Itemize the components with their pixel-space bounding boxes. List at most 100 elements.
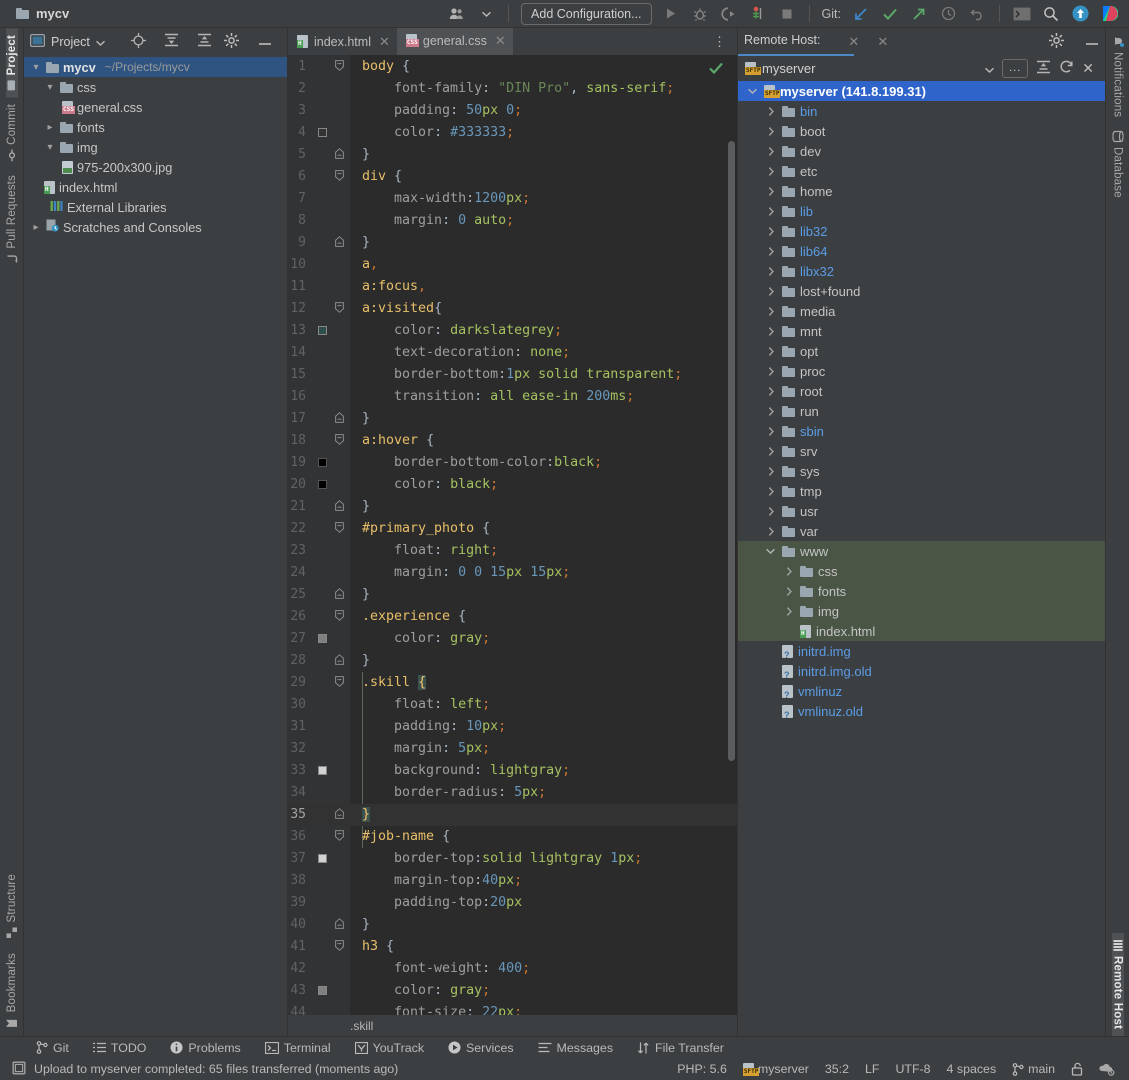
lock-icon[interactable]: [1063, 1062, 1091, 1076]
fold-start-icon[interactable]: [335, 170, 344, 184]
run-coverage-icon[interactable]: [719, 4, 739, 24]
code-line[interactable]: float: right;: [350, 540, 498, 562]
chevron-right-icon[interactable]: [764, 346, 777, 356]
fold-end-icon[interactable]: [335, 588, 344, 602]
tool-button-services[interactable]: Services: [436, 1041, 526, 1055]
remote-tree-node-lib[interactable]: lib: [738, 201, 1105, 221]
code-line[interactable]: }: [350, 496, 370, 518]
chevron-down-icon[interactable]: ▾: [30, 62, 42, 73]
caret-position[interactable]: 35:2: [817, 1062, 857, 1076]
code-line[interactable]: }: [350, 584, 370, 606]
chevron-right-icon[interactable]: [764, 446, 777, 456]
tree-node-image-file[interactable]: 975-200x300.jpg: [24, 157, 287, 177]
sidebar-item-database[interactable]: Database: [1112, 124, 1124, 205]
chevron-down-icon[interactable]: [985, 61, 995, 76]
fold-end-icon[interactable]: [335, 808, 344, 822]
remote-tree-node-index-html[interactable]: Hindex.html: [738, 621, 1105, 641]
chevron-right-icon[interactable]: [782, 586, 795, 596]
server-selector[interactable]: SFTP myserver: [745, 61, 815, 76]
chevron-down-icon[interactable]: ▾: [44, 142, 56, 153]
remote-tree-node-boot[interactable]: boot: [738, 121, 1105, 141]
close-icon-2[interactable]: ✕: [877, 34, 888, 50]
tree-node-fonts[interactable]: ▸ fonts: [24, 117, 287, 137]
chevron-down-icon[interactable]: [476, 4, 496, 24]
close-icon[interactable]: ✕: [848, 34, 859, 50]
remote-tree-node-media[interactable]: media: [738, 301, 1105, 321]
code-line[interactable]: .experience {: [350, 606, 466, 628]
remote-tree-node-mnt[interactable]: mnt: [738, 321, 1105, 341]
close-icon[interactable]: ✕: [1082, 60, 1098, 77]
more-options-button[interactable]: ...: [1002, 58, 1029, 78]
hide-icon[interactable]: [1085, 34, 1099, 49]
color-swatch-gutter-icon[interactable]: [318, 766, 327, 775]
tree-node-index-html[interactable]: H index.html: [24, 177, 287, 197]
chevron-right-icon[interactable]: ▸: [30, 222, 42, 233]
chevron-down-icon[interactable]: [764, 548, 777, 554]
remote-tree-node-initrd-img-old[interactable]: initrd.img.old: [738, 661, 1105, 681]
intellij-plugin-icon[interactable]: [1099, 4, 1119, 24]
fold-start-icon[interactable]: [335, 522, 344, 536]
code-line[interactable]: }: [350, 914, 370, 936]
remote-tree-node-tmp[interactable]: tmp: [738, 481, 1105, 501]
remote-tree-node-sys[interactable]: sys: [738, 461, 1105, 481]
chevron-right-icon[interactable]: [764, 166, 777, 176]
color-swatch-gutter-icon[interactable]: [318, 458, 327, 467]
code-surface[interactable]: body { font-family: "DIN Pro", sans-seri…: [350, 55, 737, 1015]
chevron-right-icon[interactable]: [782, 566, 795, 576]
fold-end-icon[interactable]: [335, 654, 344, 668]
fold-start-icon[interactable]: [335, 610, 344, 624]
sidebar-item-commit[interactable]: Commit: [6, 97, 18, 168]
chevron-down-icon[interactable]: [746, 88, 759, 94]
collapse-all-icon[interactable]: [197, 33, 212, 50]
code-line[interactable]: a:visited{: [350, 298, 442, 320]
chevron-right-icon[interactable]: [764, 466, 777, 476]
chevron-right-icon[interactable]: [782, 606, 795, 616]
code-line[interactable]: float: left;: [350, 694, 490, 716]
code-line[interactable]: padding-top:20px: [350, 892, 522, 914]
chevron-right-icon[interactable]: [764, 506, 777, 516]
tool-button-git[interactable]: Git: [24, 1041, 81, 1055]
breadcrumb[interactable]: .skill: [288, 1015, 737, 1036]
sidebar-item-bookmarks[interactable]: Bookmarks: [6, 946, 18, 1036]
code-line[interactable]: border-top:solid lightgray 1px;: [350, 848, 642, 870]
tool-button-file-transfer[interactable]: File Transfer: [625, 1041, 736, 1055]
code-line[interactable]: color: gray;: [350, 980, 490, 1002]
chevron-right-icon[interactable]: [764, 326, 777, 336]
chevron-down-icon[interactable]: [95, 34, 105, 49]
code-line[interactable]: }: [350, 804, 371, 826]
code-line[interactable]: div {: [350, 166, 402, 188]
code-line[interactable]: max-width:1200px;: [350, 188, 530, 210]
chevron-right-icon[interactable]: ▸: [44, 122, 56, 133]
sidebar-item-structure[interactable]: Structure: [6, 867, 18, 945]
chevron-right-icon[interactable]: [764, 246, 777, 256]
code-line[interactable]: a,: [350, 254, 378, 276]
color-swatch-gutter-icon[interactable]: [318, 128, 327, 137]
chevron-right-icon[interactable]: [764, 486, 777, 496]
tree-node-mycv[interactable]: ▾ mycv ~/Projects/mycv: [24, 57, 287, 77]
file-encoding[interactable]: UTF-8: [887, 1062, 938, 1076]
code-line[interactable]: a:focus,: [350, 276, 426, 298]
gear-icon[interactable]: [1049, 32, 1064, 51]
inspection-ok-icon[interactable]: [708, 60, 724, 76]
tool-button-terminal[interactable]: Terminal: [253, 1041, 343, 1055]
code-line[interactable]: transition: all ease-in 200ms;: [350, 386, 634, 408]
editor-tab-options-icon[interactable]: ⋮: [703, 28, 737, 55]
refresh-icon[interactable]: [1059, 59, 1074, 77]
code-line[interactable]: font-weight: 400;: [350, 958, 530, 980]
code-line[interactable]: text-decoration: none;: [350, 342, 570, 364]
code-line[interactable]: body {: [350, 56, 410, 78]
close-icon[interactable]: ✕: [379, 34, 390, 50]
code-line[interactable]: }: [350, 408, 370, 430]
search-icon[interactable]: [1041, 4, 1061, 24]
color-swatch-gutter-icon[interactable]: [318, 986, 327, 995]
chevron-right-icon[interactable]: [764, 426, 777, 436]
deploy-upload-icon[interactable]: [1070, 4, 1090, 24]
fold-start-icon[interactable]: [335, 940, 344, 954]
php-version-indicator[interactable]: PHP: 5.6: [669, 1062, 735, 1076]
code-line[interactable]: #primary_photo {: [350, 518, 490, 540]
code-line[interactable]: margin: 5px;: [350, 738, 490, 760]
expand-all-icon[interactable]: [164, 33, 179, 50]
remote-tree-node-proc[interactable]: proc: [738, 361, 1105, 381]
code-line[interactable]: background: lightgray;: [350, 760, 570, 782]
chevron-right-icon[interactable]: [764, 266, 777, 276]
